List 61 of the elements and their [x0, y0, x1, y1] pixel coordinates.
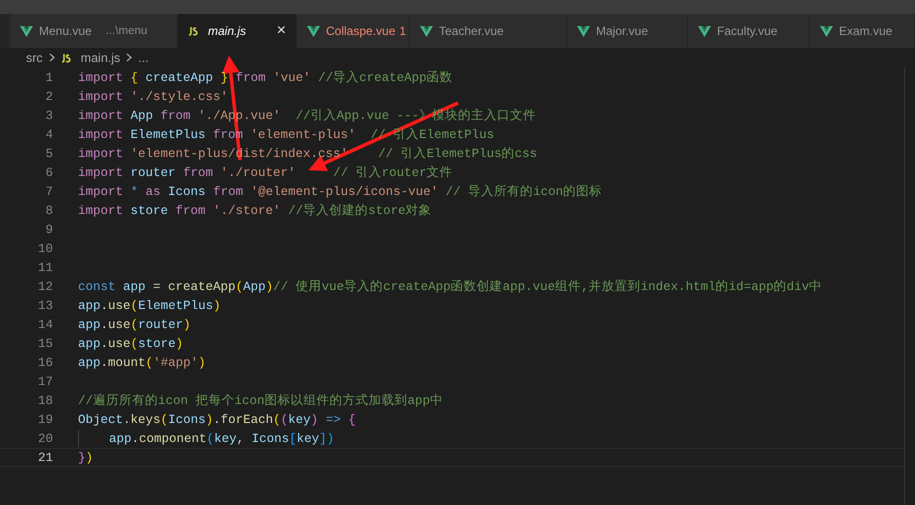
editor-tab[interactable]: Faculty.vue — [688, 14, 810, 48]
breadcrumb-item[interactable]: ... — [138, 51, 149, 65]
line-number: 1 — [44, 70, 53, 86]
line-number: 3 — [44, 108, 53, 124]
code-line: import * as Icons from '@element-plus/icons-vue' // 导入所有的icon的图标 — [78, 184, 602, 200]
line-number: 15 — [36, 336, 53, 352]
code-line: Object.keys(Icons).forEach((key) => { — [78, 412, 356, 428]
line-number: 2 — [44, 89, 53, 105]
tab-label: main.js — [208, 24, 246, 38]
line-number: 6 — [44, 165, 53, 181]
code-line: app.component(key, Icons[key]) — [109, 431, 334, 447]
code-line: app.use(store) — [78, 336, 184, 352]
tab-label: Exam.vue — [839, 24, 892, 38]
line-number: 5 — [44, 146, 53, 162]
problem-count: 1 — [399, 24, 406, 38]
editor-tab[interactable]: Menu.vue ...\menu — [10, 14, 178, 48]
vue-logo-icon — [698, 26, 711, 36]
line-number: 11 — [36, 260, 53, 276]
editor-tab[interactable]: main.js × — [178, 14, 297, 48]
code-line: import './style.css' — [78, 89, 228, 105]
line-number: 16 — [36, 355, 53, 371]
tab-label: Collaspe.vue — [326, 24, 396, 38]
line-number: 14 — [36, 317, 53, 333]
tab-label: Menu.vue — [39, 24, 92, 38]
code-line: import router from './router' // 引入router文件 — [78, 164, 453, 181]
editor-tab[interactable]: Teacher.vue — [410, 14, 567, 48]
line-number: 20 — [36, 431, 53, 447]
editor-tab[interactable]: Exam.vue — [810, 14, 915, 48]
line-number: 4 — [44, 127, 53, 143]
editor-tab[interactable]: Major.vue — [567, 14, 688, 48]
line-number: 9 — [44, 222, 53, 238]
line-number: 12 — [36, 279, 53, 295]
code-line: }) — [78, 450, 94, 466]
line-number: 21 — [36, 450, 53, 466]
line-number: 8 — [44, 203, 53, 219]
line-number: 18 — [36, 393, 53, 409]
close-button[interactable]: × — [276, 22, 286, 40]
code-line: import store from './store' //导入创建的store对象 — [78, 202, 432, 219]
editor-tab[interactable]: Collaspe.vue 1 — [297, 14, 410, 48]
line-number: 17 — [36, 374, 53, 390]
line-number: 10 — [36, 241, 53, 257]
vue-logo-icon — [20, 26, 33, 36]
line-number: 7 — [44, 184, 53, 200]
line-number: 19 — [36, 412, 53, 428]
code-line: //遍历所有的icon 把每个icon图标以组件的方式加载到app中 — [78, 392, 444, 409]
vue-logo-icon — [577, 26, 590, 36]
breadcrumb-item[interactable]: main.js — [80, 51, 120, 65]
tab-path: ...\menu — [106, 25, 148, 37]
code-line: import { createApp } from 'vue' //导入createApp函数 — [78, 70, 453, 86]
tab-label: Teacher.vue — [439, 24, 504, 38]
code-line: app.mount('#app') — [78, 355, 206, 371]
vue-logo-icon — [420, 26, 433, 36]
tab-label: Major.vue — [596, 24, 648, 38]
tab-label: Faculty.vue — [717, 24, 778, 38]
vue-logo-icon — [820, 26, 833, 36]
code-line: const app = createApp(App)// 使用vue导入的createApp函数创建app.vue组件,并放置到index.html的id=app的div中 — [78, 278, 822, 295]
line-number: 13 — [36, 298, 53, 314]
vue-logo-icon — [307, 26, 320, 36]
code-line: app.use(router) — [78, 317, 191, 333]
code-line: app.use(ElemetPlus) — [78, 298, 221, 314]
breadcrumb-item[interactable]: src — [26, 51, 43, 65]
